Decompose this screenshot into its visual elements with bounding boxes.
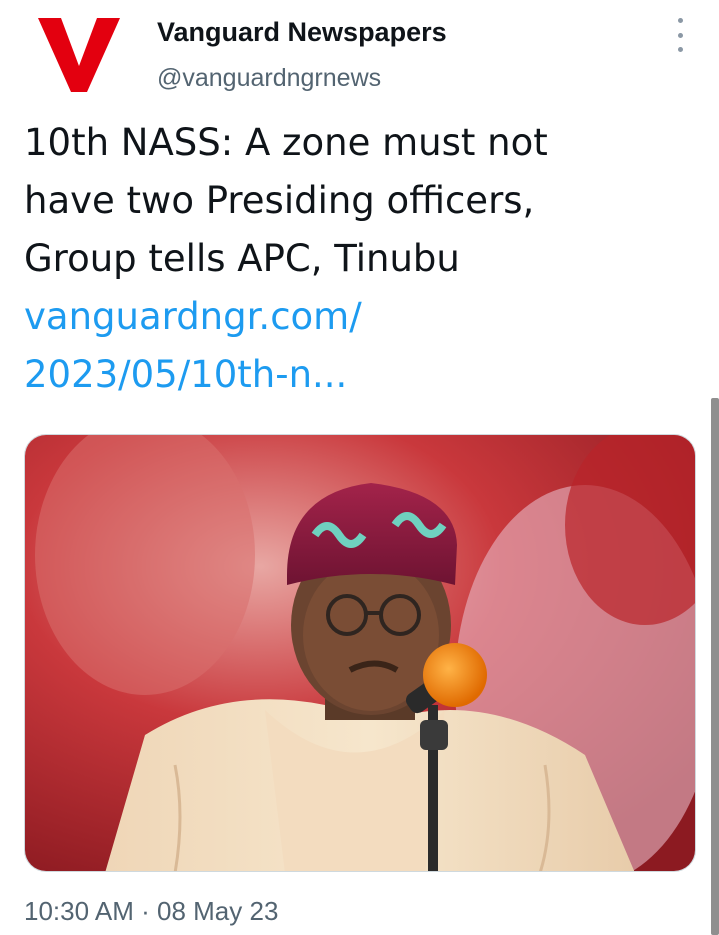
- tweet-time: 10:30 AM: [24, 896, 134, 926]
- author-handle[interactable]: @vanguardngrnews: [157, 64, 381, 93]
- tweet-text-line: 10th NASS: A zone must not: [24, 121, 548, 164]
- more-vertical-icon-dot: [677, 18, 683, 23]
- article-link[interactable]: vanguardngr.com/ 2023/05/10th-n...: [24, 288, 584, 404]
- tweet-text: 10th NASS: A zone must not have two Pres…: [24, 114, 684, 288]
- more-vertical-icon-dot: [677, 32, 683, 38]
- more-options-button[interactable]: [668, 18, 692, 52]
- tweet-photo[interactable]: [24, 434, 696, 872]
- tweet-header: Vanguard Newspapers @vanguardngrnews: [0, 0, 719, 110]
- vanguard-v-logo-icon: [38, 18, 120, 92]
- tweet-date: 08 May 23: [157, 896, 279, 926]
- tweet-text-line: have two Presiding officers,: [24, 179, 535, 222]
- avatar[interactable]: [26, 14, 132, 94]
- tweet: Vanguard Newspapers @vanguardngrnews 10t…: [0, 0, 719, 935]
- article-link-line: 2023/05/10th-n...: [24, 353, 348, 396]
- more-vertical-icon-dot: [677, 47, 683, 52]
- article-link-line: vanguardngr.com/: [24, 295, 362, 338]
- scrollbar[interactable]: [711, 398, 719, 935]
- author-display-name[interactable]: Vanguard Newspapers: [157, 17, 447, 48]
- timestamp-separator: ·: [141, 896, 150, 926]
- tweet-timestamp[interactable]: 10:30 AM · 08 May 23: [24, 896, 278, 927]
- tweet-text-line: Group tells APC, Tinubu: [24, 237, 460, 280]
- man-in-cap-speaking-photo: [25, 435, 695, 871]
